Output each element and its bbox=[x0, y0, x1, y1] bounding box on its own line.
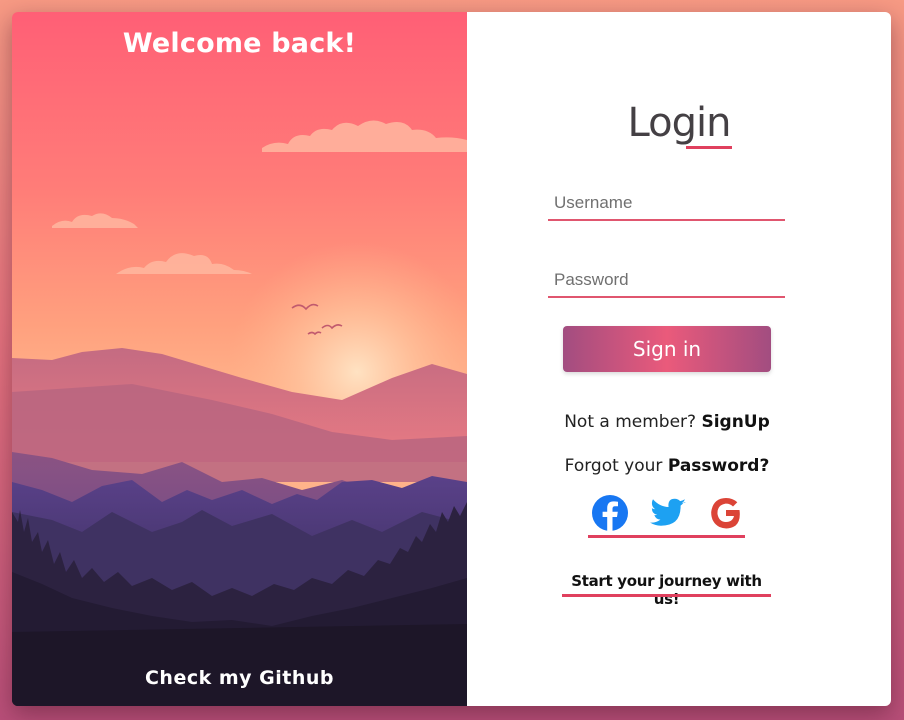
sign-in-button[interactable]: Sign in bbox=[563, 326, 771, 372]
social-underline bbox=[588, 535, 745, 538]
signup-link[interactable]: SignUp bbox=[701, 412, 769, 432]
landscape-illustration bbox=[12, 12, 467, 706]
github-link[interactable]: Check my Github bbox=[12, 667, 467, 689]
forgot-prefix: Forgot your bbox=[564, 456, 668, 476]
journey-underline bbox=[562, 594, 771, 597]
facebook-icon[interactable] bbox=[590, 493, 630, 533]
username-field[interactable] bbox=[548, 187, 785, 221]
login-title: Login bbox=[627, 100, 732, 146]
signup-line: Not a member? SignUp bbox=[455, 412, 879, 432]
twitter-icon[interactable] bbox=[648, 493, 688, 533]
landscape-panel: Welcome back! Check my Github bbox=[12, 12, 467, 706]
password-field[interactable] bbox=[548, 264, 785, 298]
password-input[interactable] bbox=[548, 264, 785, 296]
forgot-password-line: Forgot your Password? bbox=[455, 456, 879, 476]
google-icon[interactable] bbox=[706, 493, 746, 533]
social-login-row bbox=[590, 490, 746, 536]
forgot-password-link[interactable]: Password? bbox=[668, 456, 770, 476]
journey-tagline[interactable]: Start your journey with us! bbox=[562, 572, 771, 608]
title-underline bbox=[686, 146, 732, 149]
signup-prefix: Not a member? bbox=[564, 412, 702, 432]
username-input[interactable] bbox=[548, 187, 785, 219]
welcome-heading: Welcome back! bbox=[122, 28, 357, 59]
